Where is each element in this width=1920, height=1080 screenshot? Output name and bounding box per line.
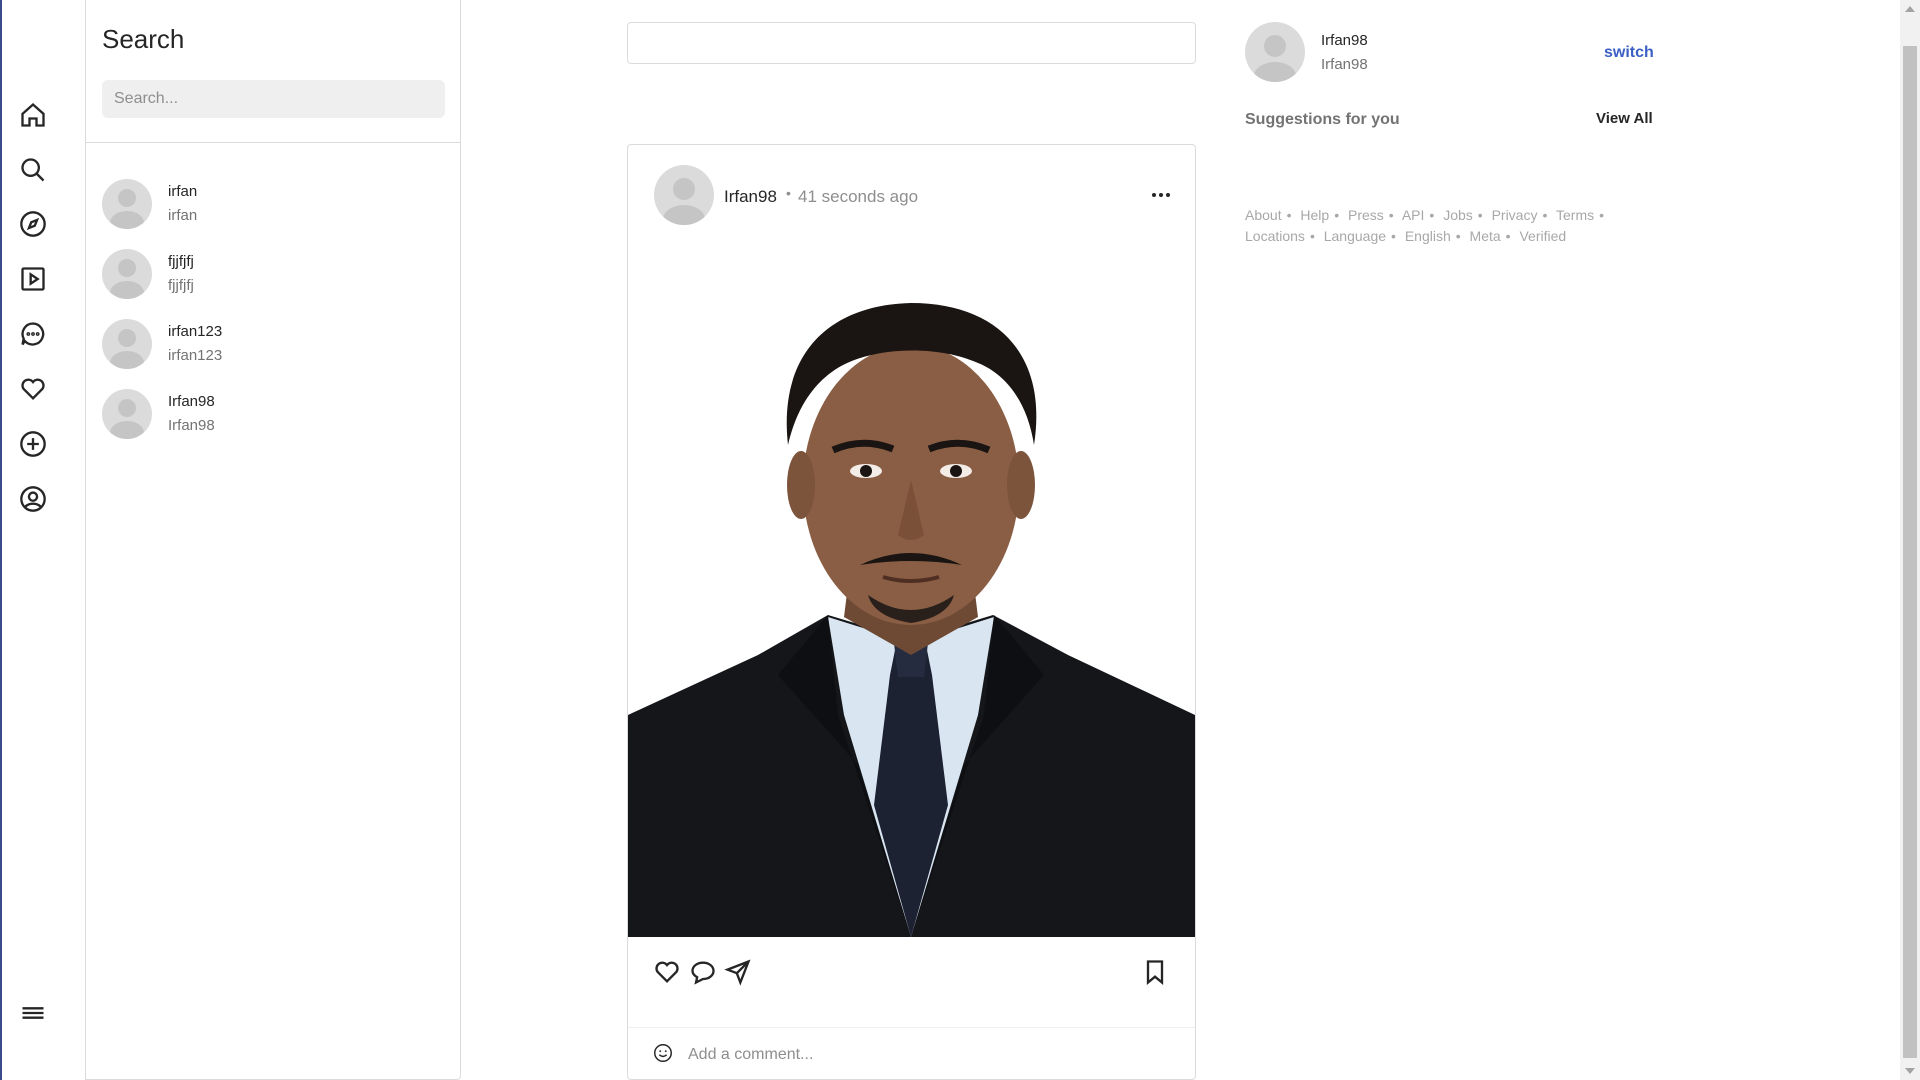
post-image[interactable] — [628, 245, 1195, 937]
search-panel-title: Search — [102, 24, 185, 54]
footer-link-terms[interactable]: Terms — [1556, 207, 1594, 223]
scroll-thumb[interactable] — [1903, 46, 1917, 1058]
result-name: irfan123 — [168, 347, 223, 364]
avatar — [102, 319, 152, 369]
left-nav-rail — [0, 0, 86, 1080]
more-options-icon[interactable] — [1148, 185, 1174, 205]
result-username: fjjfjfj — [168, 253, 194, 270]
result-username: Irfan98 — [168, 393, 215, 410]
search-icon[interactable] — [18, 155, 48, 185]
current-user: Irfan98 Irfan98 — [1245, 22, 1655, 82]
footer-links: About • Help • Press • API • Jobs • Privacy • … — [1245, 207, 1605, 244]
profile-icon[interactable] — [18, 484, 48, 514]
heart-icon[interactable] — [18, 374, 48, 404]
explore-icon[interactable] — [18, 209, 48, 239]
avatar — [102, 249, 152, 299]
divider — [86, 142, 460, 143]
footer-link-english[interactable]: English — [1405, 228, 1451, 244]
suggestions-title: Suggestions for you — [1245, 111, 1400, 128]
switch-account-link[interactable]: switch — [1604, 44, 1654, 62]
home-icon[interactable] — [18, 100, 48, 130]
footer-link-meta[interactable]: Meta — [1470, 228, 1501, 244]
scroll-up-arrow[interactable] — [1905, 6, 1915, 12]
messages-icon[interactable] — [18, 319, 48, 349]
footer-link-language[interactable]: Language — [1324, 228, 1386, 244]
footer-link-verified[interactable]: Verified — [1519, 228, 1566, 244]
portrait-photo — [628, 245, 1195, 937]
share-icon[interactable] — [723, 957, 753, 987]
reels-icon[interactable] — [18, 264, 48, 294]
stories-bar — [627, 22, 1196, 64]
current-user-username[interactable]: Irfan98 — [1321, 32, 1368, 49]
view-all-link[interactable]: View All — [1596, 110, 1653, 127]
search-panel: Search irfan irfan fjjfjfj fjjfjfj irfan… — [86, 0, 461, 1080]
footer-link-locations[interactable]: Locations — [1245, 228, 1305, 244]
post-header: Irfan98 • 41 seconds ago — [628, 145, 1195, 245]
menu-icon[interactable] — [18, 998, 48, 1028]
footer-link-jobs[interactable]: Jobs — [1443, 207, 1473, 223]
post-separator: • — [786, 185, 791, 201]
search-result-item[interactable]: Irfan98 Irfan98 — [102, 385, 442, 441]
result-username: irfan — [168, 183, 198, 200]
search-result-item[interactable]: irfan123 irfan123 — [102, 315, 442, 371]
comment-row — [628, 1027, 1195, 1080]
like-icon[interactable] — [652, 957, 682, 987]
search-result-item[interactable]: irfan irfan — [102, 175, 442, 231]
avatar — [102, 389, 152, 439]
current-user-name: Irfan98 — [1321, 56, 1368, 73]
page-scrollbar[interactable] — [1900, 0, 1920, 1080]
result-name: irfan — [168, 207, 198, 224]
bookmark-icon[interactable] — [1140, 957, 1170, 987]
post-actions — [628, 945, 1195, 995]
create-icon[interactable] — [18, 429, 48, 459]
scroll-down-arrow[interactable] — [1905, 1068, 1915, 1074]
post-avatar[interactable] — [654, 165, 714, 225]
footer-link-api[interactable]: API — [1402, 207, 1425, 223]
post-username[interactable]: Irfan98 — [724, 187, 777, 207]
avatar — [102, 179, 152, 229]
footer-link-privacy[interactable]: Privacy — [1492, 207, 1538, 223]
search-result-item[interactable]: fjjfjfj fjjfjfj — [102, 245, 442, 301]
result-username: irfan123 — [168, 323, 223, 340]
post-timestamp: 41 seconds ago — [798, 187, 919, 206]
emoji-icon[interactable] — [652, 1042, 674, 1064]
footer-link-press[interactable]: Press — [1348, 207, 1384, 223]
comment-input[interactable] — [686, 1038, 1170, 1072]
comment-icon[interactable] — [688, 957, 718, 987]
current-user-avatar[interactable] — [1245, 22, 1305, 82]
search-input[interactable] — [102, 80, 445, 118]
result-name: Irfan98 — [168, 417, 215, 434]
result-name: fjjfjfj — [168, 277, 194, 294]
footer-link-about[interactable]: About — [1245, 207, 1282, 223]
feed-post: Irfan98 • 41 seconds ago — [627, 144, 1196, 1080]
footer-link-help[interactable]: Help — [1300, 207, 1329, 223]
